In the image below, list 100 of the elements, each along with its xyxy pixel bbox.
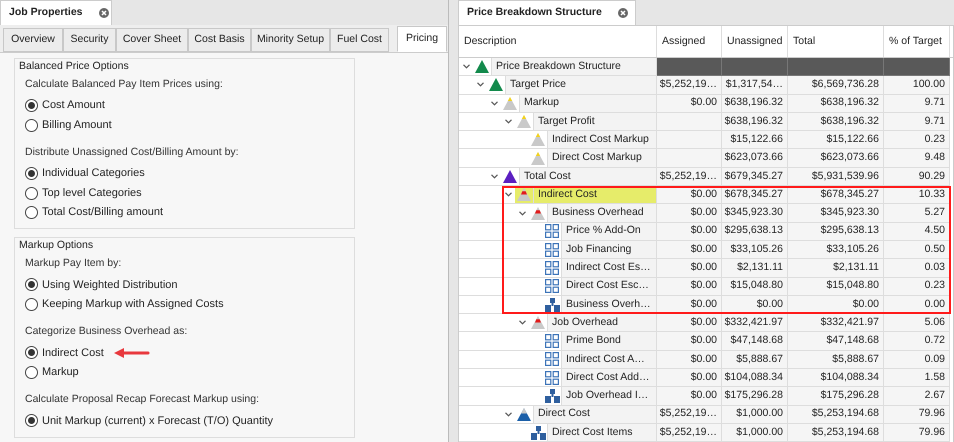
table-cell: 0.72 (884, 332, 950, 351)
tree-cell[interactable]: Price % Add-On (561, 222, 656, 240)
table-cell: 0.50 (884, 240, 950, 260)
option-label[interactable]: Cost Amount (42, 97, 105, 114)
tree-cell[interactable]: Indirect Cost Es… (561, 259, 656, 277)
tree-cell[interactable]: Target Price (505, 76, 656, 94)
option-label[interactable]: Markup (42, 364, 79, 380)
collapse-icon[interactable] (505, 119, 512, 124)
table-cell: $175,296.28 (722, 387, 788, 406)
tree-cell[interactable]: Direct Cost Markup (547, 149, 656, 167)
table-cell: $6,569,736.28 (788, 76, 884, 95)
table-cell: 0.23 (884, 131, 950, 150)
tree-cell[interactable]: Target Profit (533, 112, 656, 130)
radio-button[interactable] (25, 366, 38, 379)
tab[interactable]: Minority Setup (251, 28, 330, 52)
radio-button[interactable] (25, 99, 38, 112)
table-cell: 2.67 (884, 387, 950, 406)
tree-cell[interactable]: Job Financing (561, 240, 656, 258)
tab[interactable]: Cover Sheet (116, 28, 188, 52)
option-label[interactable]: Billing Amount (42, 116, 112, 134)
tree-cell[interactable]: Indirect Cost A… (561, 350, 656, 368)
option-prompt: Calculate Balanced Pay Item Prices using: (25, 76, 224, 92)
option-label[interactable]: Unit Markup (current) x Forecast (T/O) Quantity (42, 412, 274, 429)
close-icon[interactable] (98, 8, 109, 18)
tree-cell[interactable]: Price Breakdown Structure (491, 58, 656, 76)
table-cell: $5,252,19… (657, 406, 722, 424)
tree-cell[interactable]: Direct Cost Add… (561, 369, 656, 386)
table-cell (884, 58, 950, 76)
hierarchy-icon (530, 426, 546, 440)
table-cell: $33,105.26 (722, 240, 788, 260)
tree-cell[interactable]: Direct Cost (533, 406, 656, 423)
table-cell: 0.23 (884, 278, 950, 296)
radio-button[interactable] (25, 278, 38, 292)
radio-button[interactable] (25, 346, 38, 360)
tree-cell[interactable]: Markup (519, 94, 656, 112)
table-cell: $0.00 (657, 350, 722, 370)
table-cell: $47,148.68 (788, 332, 884, 351)
radio-button[interactable] (25, 186, 38, 200)
radio-button[interactable] (25, 167, 38, 180)
table-cell: $0.00 (657, 332, 722, 351)
option-label[interactable]: Individual Categories (42, 165, 145, 182)
collapse-icon[interactable] (477, 82, 484, 88)
triangle-icon (503, 170, 517, 183)
triangle-icon (531, 133, 545, 146)
option-label[interactable]: Total Cost/Billing amount (42, 204, 164, 221)
table-cell: 5.06 (884, 314, 950, 332)
collapse-icon[interactable] (519, 320, 526, 326)
collapse-icon[interactable] (519, 210, 526, 216)
table-cell: $33,105.26 (788, 240, 884, 260)
table-cell: $0.00 (657, 222, 722, 241)
table-cell: $0.00 (657, 94, 722, 113)
table-cell: $2,131.11 (722, 259, 788, 278)
option-label[interactable]: Using Weighted Distribution (42, 276, 178, 293)
collapse-icon[interactable] (463, 64, 470, 70)
collapse-icon[interactable] (505, 412, 512, 417)
tree-cell[interactable]: Indirect Cost Markup (547, 131, 656, 148)
table-cell: 4.50 (884, 222, 950, 241)
tab[interactable]: Overview (3, 28, 63, 52)
table-cell: 5.27 (884, 204, 950, 223)
tab[interactable]: Pricing (397, 26, 447, 52)
table-cell: $1,000.00 (722, 406, 788, 424)
document-tab[interactable]: Job Properties (0, 0, 112, 25)
table-cell (657, 58, 722, 76)
close-icon[interactable] (618, 8, 628, 18)
tree-cell[interactable]: Prime Bond (561, 332, 656, 350)
tree-cell[interactable]: Job Overhead (547, 314, 656, 332)
tab[interactable]: Cost Basis (188, 28, 251, 52)
table-cell: $332,421.97 (788, 314, 884, 332)
tree-cell[interactable]: Direct Cost Esc… (561, 278, 656, 295)
tree-cell[interactable]: Business Overhead (547, 204, 656, 222)
table-cell: 79.96 (884, 406, 950, 424)
tree-cell[interactable]: Job Overhead I… (561, 387, 656, 405)
tab[interactable]: Fuel Cost (330, 28, 389, 52)
table-cell: $638,196.32 (788, 112, 884, 132)
table-cell: $1,000.00 (722, 424, 788, 442)
table-cell: 0.09 (884, 350, 950, 370)
radio-button[interactable] (25, 298, 38, 311)
table-cell: 79.96 (884, 424, 950, 442)
grid-icon (545, 260, 559, 275)
radio-button[interactable] (25, 414, 38, 428)
collapse-icon[interactable] (491, 100, 498, 106)
table-cell: $5,252,19… (657, 76, 722, 95)
table-cell: $345,923.30 (788, 204, 884, 223)
option-label[interactable]: Keeping Markup with Assigned Costs (42, 296, 224, 312)
grid-icon (545, 279, 559, 294)
radio-button[interactable] (25, 206, 38, 219)
table-cell: 9.71 (884, 112, 950, 132)
collapse-icon[interactable] (491, 174, 498, 179)
table-cell: $0.00 (657, 259, 722, 278)
table-cell: $295,638.13 (722, 222, 788, 241)
document-tab[interactable]: Price Breakdown Structure (458, 0, 636, 25)
collapse-icon[interactable] (505, 192, 512, 198)
tree-cell[interactable]: Direct Cost Items (547, 424, 656, 442)
radio-button[interactable] (25, 118, 38, 132)
tab[interactable]: Security (63, 28, 116, 52)
option-label[interactable]: Top level Categories (42, 184, 142, 202)
tree-cell[interactable]: Total Cost (519, 168, 656, 186)
option-label[interactable]: Indirect Cost (42, 344, 104, 361)
grid-icon (545, 224, 559, 238)
group-title: Markup Options (19, 238, 94, 254)
